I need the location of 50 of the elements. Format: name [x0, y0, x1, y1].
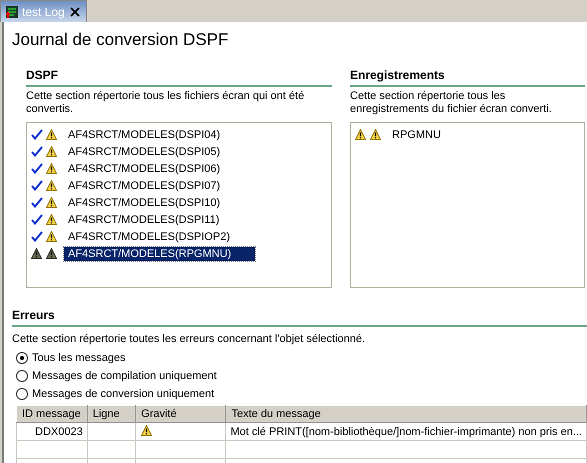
warning-icon: [45, 128, 58, 141]
radio-button[interactable]: [16, 370, 28, 382]
list-item[interactable]: AF4SRCT/MODELES(DSPI04): [64, 128, 224, 142]
check-icon: [30, 196, 43, 209]
close-icon[interactable]: [70, 6, 80, 16]
section-description: Cette section répertorie toutes les erreurs concernant l'objet sélectionné.: [12, 332, 366, 347]
check-icon: [30, 230, 43, 243]
radio-button[interactable]: [16, 388, 28, 400]
check-icon: [30, 162, 43, 175]
warning-icon: [369, 128, 382, 141]
warning-icon: [45, 213, 58, 226]
list-item[interactable]: AF4SRCT/MODELES(DSPI11): [64, 212, 224, 226]
radio-button[interactable]: [16, 352, 28, 364]
warning-icon: [45, 196, 58, 209]
section-description: Cette section répertorie tous les fichiers écran qui ont été convertis.: [26, 90, 306, 117]
list-item[interactable]: AF4SRCT/MODELES(DSPI10): [64, 196, 224, 210]
warning-icon: [354, 128, 367, 141]
section-heading: Erreurs: [12, 308, 56, 322]
table-cell: Mot clé PRINT([nom-bibliothèque/]nom-fichier-imprimante) non pris en...: [230, 426, 582, 438]
section-heading: Enregistrements: [350, 68, 446, 82]
check-icon: [30, 179, 43, 192]
warning-icon: [45, 145, 58, 158]
radio-label[interactable]: Tous les messages: [32, 352, 126, 364]
column-header[interactable]: Texte du message: [226, 406, 586, 422]
log-icon: [5, 4, 19, 18]
warning-icon: [30, 247, 43, 260]
list-item[interactable]: RPGMNU: [388, 128, 445, 142]
check-icon: [30, 213, 43, 226]
list-item[interactable]: AF4SRCT/MODELES(DSPIOP2): [64, 230, 234, 244]
radio-label[interactable]: Messages de compilation uniquement: [32, 370, 217, 382]
warning-icon: [45, 179, 58, 192]
warning-icon: [140, 424, 154, 437]
radio-label[interactable]: Messages de conversion uniquement: [32, 388, 214, 400]
list-item[interactable]: AF4SRCT/MODELES(DSPI07): [64, 178, 224, 192]
column-header[interactable]: Ligne: [87, 406, 136, 422]
table-cell: DDX0023: [35, 426, 83, 438]
tab-title: test Log: [22, 4, 65, 18]
column-header[interactable]: ID message: [16, 406, 88, 422]
warning-icon: [45, 247, 58, 260]
section-heading: DSPF: [26, 68, 60, 82]
page-title: Journal de conversion DSPF: [11, 29, 230, 51]
check-icon: [30, 128, 43, 141]
warning-icon: [45, 230, 58, 243]
check-icon: [30, 145, 43, 158]
column-header[interactable]: Gravité: [136, 406, 226, 422]
list-item[interactable]: AF4SRCT/MODELES(RPGMNU): [64, 246, 256, 260]
list-item[interactable]: AF4SRCT/MODELES(DSPI06): [64, 162, 224, 176]
section-description: Cette section répertorie tous les enregistrements du fichier écran converti.: [350, 90, 553, 117]
list-item[interactable]: AF4SRCT/MODELES(DSPI05): [64, 144, 224, 158]
warning-icon: [45, 162, 58, 175]
